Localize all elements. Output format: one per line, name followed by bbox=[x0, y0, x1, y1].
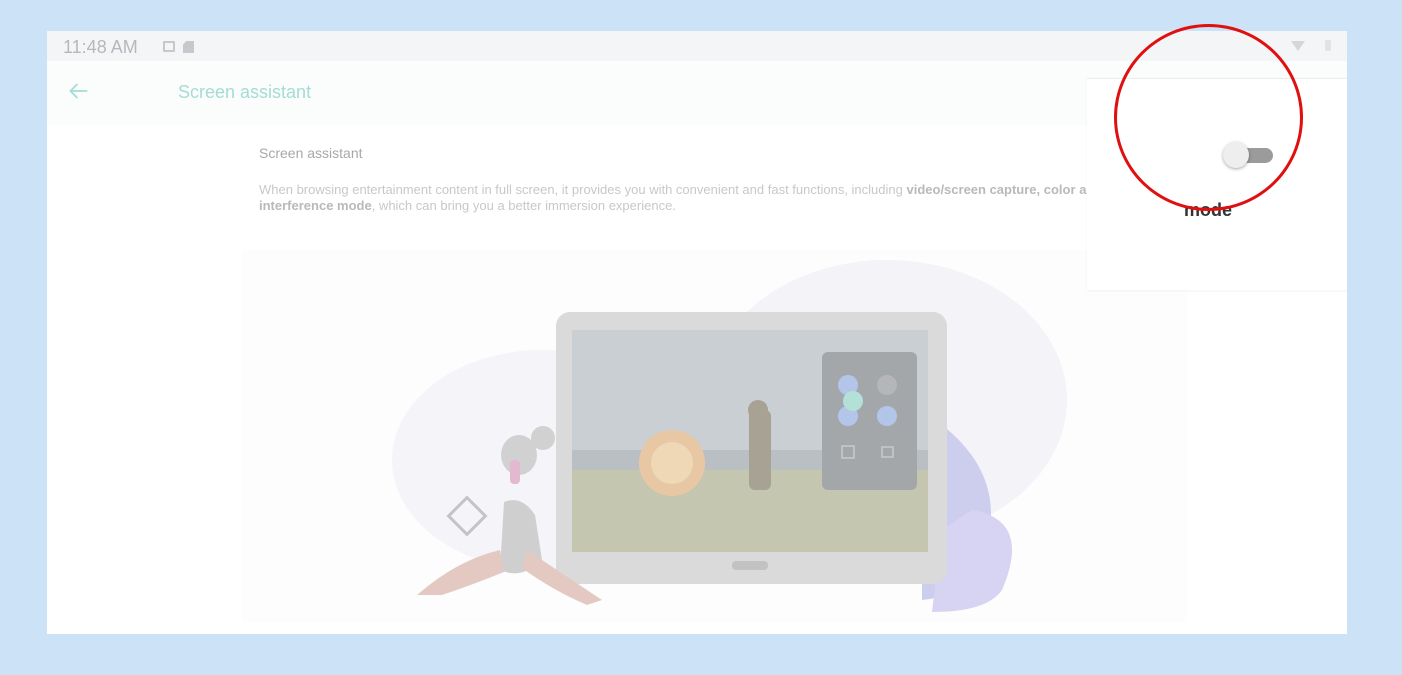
arrow-left-icon[interactable] bbox=[65, 78, 91, 104]
device-screen: 11:48 AM Screen assistant Screen assista… bbox=[47, 31, 1347, 634]
status-icons bbox=[163, 41, 194, 53]
mode-label: mode bbox=[1184, 200, 1233, 220]
battery-icon bbox=[1325, 40, 1331, 51]
toggle-thumb bbox=[1223, 142, 1249, 168]
status-right-icons bbox=[1291, 40, 1331, 51]
page-title: Screen assistant bbox=[178, 82, 312, 102]
wifi-icon bbox=[1291, 40, 1305, 51]
feature-description: When browsing entertainment content in f… bbox=[259, 182, 1139, 214]
image-icon bbox=[163, 41, 175, 52]
status-bar: 11:48 AM bbox=[47, 31, 1347, 61]
section-heading: Screen assistant bbox=[259, 145, 363, 161]
settings-popup: mode bbox=[1087, 78, 1347, 290]
mode-toggle[interactable] bbox=[1223, 142, 1273, 168]
status-time: 11:48 AM bbox=[63, 37, 138, 57]
sd-card-icon bbox=[183, 41, 194, 53]
description-text: , which can bring you a better immersion… bbox=[371, 198, 676, 213]
feature-illustration bbox=[242, 250, 1187, 622]
description-bold: video/screen capture, color bbox=[906, 182, 1076, 197]
illustration-graphic bbox=[392, 260, 1067, 612]
description-text: When browsing entertainment content in f… bbox=[259, 182, 907, 197]
